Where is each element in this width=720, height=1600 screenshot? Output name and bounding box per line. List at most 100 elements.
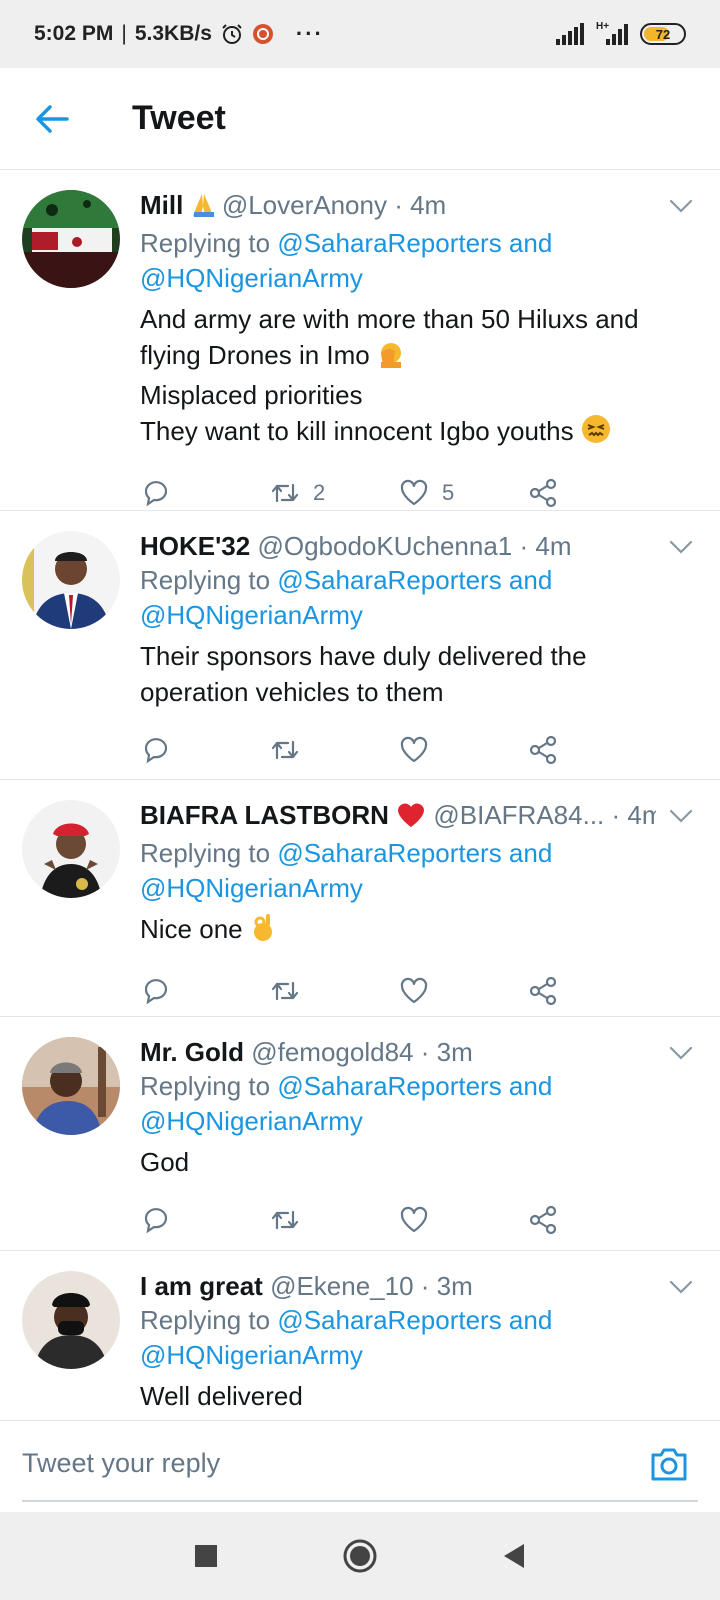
author-handle[interactable]: @Ekene_10 <box>270 1271 414 1301</box>
circle-icon <box>343 1539 377 1573</box>
share-button[interactable] <box>527 975 656 1007</box>
like-button[interactable] <box>398 1204 527 1236</box>
avatar[interactable] <box>22 1037 120 1135</box>
app-notification-icon <box>252 23 274 45</box>
tweet[interactable]: I am great @Ekene_10 · 3m Replying to @S… <box>0 1251 720 1420</box>
back-nav-button[interactable] <box>492 1534 536 1578</box>
retweet-button[interactable] <box>269 1204 398 1236</box>
chevron-down-icon[interactable] <box>668 196 694 216</box>
tweet[interactable]: Mr. Gold @femogold84 · 3m Replying to @S… <box>0 1017 720 1251</box>
tweet-text: Their sponsors have duly delivered the o… <box>140 638 656 710</box>
reply-icon <box>144 738 168 764</box>
author-name[interactable]: HOKE'32 <box>140 531 250 561</box>
composer-underline <box>22 1500 698 1502</box>
signal-icon <box>556 23 586 45</box>
back-button[interactable] <box>22 89 82 149</box>
retweet-button[interactable] <box>269 734 398 766</box>
tweet-actions <box>140 1202 656 1238</box>
home-button[interactable] <box>338 1534 382 1578</box>
chevron-down-icon[interactable] <box>668 1277 694 1297</box>
tweet-text: And army are with more than 50 Hiluxs an… <box>140 301 656 453</box>
recents-button[interactable] <box>184 1534 228 1578</box>
author-handle[interactable]: @BIAFRA84... <box>433 800 604 830</box>
retweet-button[interactable] <box>269 975 398 1007</box>
persevering-face-emoji <box>581 414 611 453</box>
battery-indicator: 72 <box>640 23 686 45</box>
red-heart-emoji <box>396 802 426 836</box>
reply-icon <box>144 979 168 1005</box>
replying-to: Replying to @SaharaReporters and @HQNige… <box>140 836 656 906</box>
like-button[interactable] <box>398 734 527 766</box>
ok-hand-emoji <box>250 912 276 951</box>
heart-icon <box>400 736 428 763</box>
chevron-down-icon[interactable] <box>668 1043 694 1063</box>
replying-to: Replying to @SaharaReporters and @HQNige… <box>140 1303 656 1373</box>
replying-to-label: Replying to <box>140 228 271 258</box>
tweet-text: Nice one <box>140 911 656 951</box>
retweet-icon <box>271 1210 299 1230</box>
avatar[interactable] <box>22 800 120 898</box>
tweet-time: · 4m <box>519 531 572 561</box>
status-bar: 5:02 PM | 5.3KB/s ··· H+ 72 <box>0 0 720 68</box>
page-title: Tweet <box>132 99 226 137</box>
replying-to: Replying to @SaharaReporters and @HQNige… <box>140 1069 656 1139</box>
like-count: 5 <box>442 480 455 505</box>
tweet[interactable]: HOKE'32 @OgbodoKUchenna1 · 4m Replying t… <box>0 511 720 780</box>
tweet-text-line: Nice one <box>140 914 243 944</box>
tweet-text-line: They want to kill innocent Igbo youths <box>140 416 574 446</box>
author-handle[interactable]: @femogold84 <box>251 1037 413 1067</box>
battery-level: 72 <box>655 26 671 42</box>
tweet-time: · 4m <box>611 800 656 830</box>
heart-icon <box>400 1206 428 1233</box>
share-button[interactable] <box>527 734 656 766</box>
triangle-back-icon <box>504 1544 524 1568</box>
more-notifications-icon: ··· <box>295 21 324 46</box>
retweet-icon <box>271 740 299 760</box>
tweet-actions <box>140 973 656 1009</box>
avatar[interactable] <box>22 531 120 629</box>
avatar[interactable] <box>22 190 120 288</box>
like-button[interactable] <box>398 975 527 1007</box>
author-handle[interactable]: @LoverAnony <box>222 190 387 220</box>
chevron-down-icon[interactable] <box>668 806 694 826</box>
tweet-time: · 4m <box>394 190 447 220</box>
author-name[interactable]: Mill <box>140 190 183 220</box>
reply-button[interactable] <box>140 734 269 766</box>
avatar[interactable] <box>22 1271 120 1369</box>
share-button[interactable] <box>527 1204 656 1236</box>
tweet-text: God <box>140 1144 656 1180</box>
reply-button[interactable] <box>140 477 269 509</box>
tweet-text-line: Well delivered <box>140 1381 303 1411</box>
tweet[interactable]: BIAFRA LASTBORN @BIAFRA84... · 4m Replyi… <box>0 780 720 1017</box>
reply-composer <box>0 1420 720 1512</box>
top-app-bar: Tweet <box>0 68 720 170</box>
reply-input[interactable] <box>22 1443 622 1483</box>
share-icon <box>529 735 557 765</box>
retweet-count: 2 <box>313 480 326 505</box>
author-name[interactable]: I am great <box>140 1271 263 1301</box>
like-button[interactable]: 5 <box>398 477 527 509</box>
network-type: H+ <box>596 21 610 32</box>
author-name[interactable]: BIAFRA LASTBORN <box>140 800 389 830</box>
tweet-text-line: Their sponsors have duly delivered the o… <box>140 641 587 707</box>
replying-to-label: Replying to <box>140 1071 271 1101</box>
facepalm-emoji <box>377 340 405 377</box>
system-navigation-bar <box>0 1512 720 1600</box>
tweet-time: · 3m <box>420 1271 473 1301</box>
reply-button[interactable] <box>140 1204 269 1236</box>
chevron-down-icon[interactable] <box>668 537 694 557</box>
share-icon <box>529 478 557 508</box>
replying-to-label: Replying to <box>140 565 271 595</box>
reply-icon <box>144 481 168 507</box>
author-handle[interactable]: @OgbodoKUchenna1 <box>257 531 512 561</box>
alarm-icon <box>220 22 244 46</box>
author-name[interactable]: Mr. Gold <box>140 1037 244 1067</box>
reply-feed[interactable]: Mill @LoverAnony · 4m Replying to @Sahar… <box>0 170 720 1420</box>
square-icon <box>195 1545 217 1567</box>
camera-icon[interactable] <box>648 1443 690 1485</box>
reply-button[interactable] <box>140 975 269 1007</box>
retweet-button[interactable]: 2 <box>269 477 398 509</box>
tweet[interactable]: Mill @LoverAnony · 4m Replying to @Sahar… <box>0 170 720 511</box>
heart-icon <box>400 977 428 1004</box>
share-button[interactable] <box>527 477 656 509</box>
